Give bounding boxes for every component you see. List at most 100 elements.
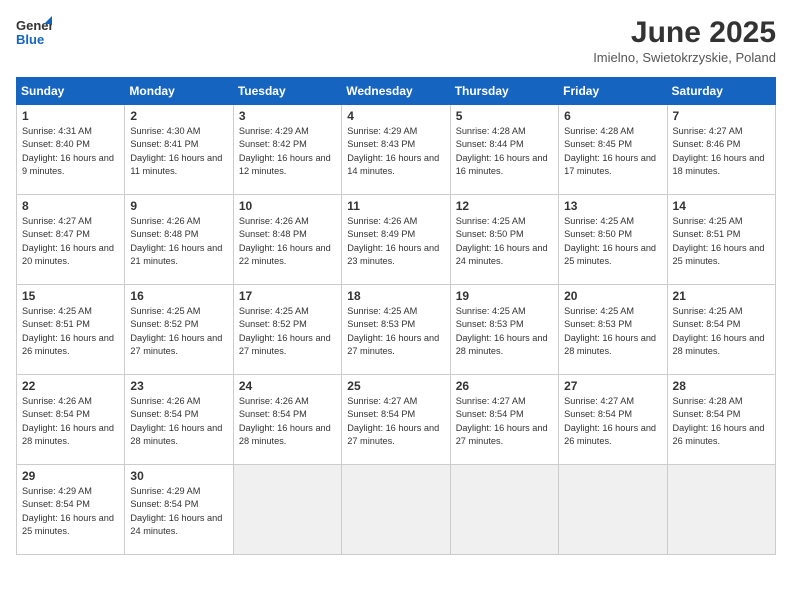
day-info: Sunrise: 4:25 AMSunset: 8:52 PMDaylight:… (239, 305, 336, 358)
day-number: 4 (347, 109, 444, 123)
day-number: 26 (456, 379, 553, 393)
day-number: 29 (22, 469, 119, 483)
calendar-week-row: 22 Sunrise: 4:26 AMSunset: 8:54 PMDayligh… (17, 375, 776, 465)
calendar-day-cell: 5Sunrise: 4:28 AMSunset: 8:44 PMDaylight… (450, 105, 558, 195)
logo-icon: General Blue (16, 16, 52, 48)
day-info: Sunrise: 4:27 AMSunset: 8:54 PMDaylight:… (456, 395, 553, 448)
day-number: 2 (130, 109, 227, 123)
calendar-day-cell: 21 Sunrise: 4:25 AMSunset: 8:54 PMDayligh… (667, 285, 775, 375)
location: Imielno, Swietokrzyskie, Poland (593, 50, 776, 65)
day-info: Sunrise: 4:29 AMSunset: 8:42 PMDaylight:… (239, 125, 336, 178)
weekday-header: Sunday (17, 78, 125, 105)
day-number: 25 (347, 379, 444, 393)
calendar-day-cell: 2 Sunrise: 4:30 AMSunset: 8:41 PMDaylight… (125, 105, 233, 195)
day-info: Sunrise: 4:29 AMSunset: 8:43 PMDaylight:… (347, 125, 444, 178)
calendar-day-cell: 7 Sunrise: 4:27 AMSunset: 8:46 PMDaylight… (667, 105, 775, 195)
logo: General Blue (16, 16, 52, 48)
calendar-day-cell (342, 465, 450, 555)
calendar-day-cell: 3Sunrise: 4:29 AMSunset: 8:42 PMDaylight… (233, 105, 341, 195)
day-number: 16 (130, 289, 227, 303)
day-info: Sunrise: 4:25 AMSunset: 8:50 PMDaylight:… (564, 215, 661, 268)
day-info: Sunrise: 4:26 AMSunset: 8:49 PMDaylight:… (347, 215, 444, 268)
day-number: 15 (22, 289, 119, 303)
day-info: Sunrise: 4:29 AMSunset: 8:54 PMDaylight:… (22, 485, 119, 538)
day-number: 22 (22, 379, 119, 393)
svg-text:General: General (16, 18, 52, 33)
day-number: 8 (22, 199, 119, 213)
weekday-header: Monday (125, 78, 233, 105)
day-number: 14 (673, 199, 770, 213)
day-number: 30 (130, 469, 227, 483)
day-number: 17 (239, 289, 336, 303)
calendar-day-cell (667, 465, 775, 555)
day-info: Sunrise: 4:27 AMSunset: 8:46 PMDaylight:… (673, 125, 770, 178)
day-number: 6 (564, 109, 661, 123)
weekday-header: Friday (559, 78, 667, 105)
calendar-day-cell: 8 Sunrise: 4:27 AMSunset: 8:47 PMDaylight… (17, 195, 125, 285)
day-number: 7 (673, 109, 770, 123)
calendar-day-cell: 10 Sunrise: 4:26 AMSunset: 8:48 PMDayligh… (233, 195, 341, 285)
day-info: Sunrise: 4:26 AMSunset: 8:48 PMDaylight:… (239, 215, 336, 268)
calendar-table: SundayMondayTuesdayWednesdayThursdayFrid… (16, 77, 776, 555)
day-info: Sunrise: 4:26 AMSunset: 8:48 PMDaylight:… (130, 215, 227, 268)
calendar-day-cell: 25Sunrise: 4:27 AMSunset: 8:54 PMDayligh… (342, 375, 450, 465)
calendar-day-cell: 12 Sunrise: 4:25 AMSunset: 8:50 PMDayligh… (450, 195, 558, 285)
calendar-day-cell: 6Sunrise: 4:28 AMSunset: 8:45 PMDaylight… (559, 105, 667, 195)
calendar-day-cell: 4 Sunrise: 4:29 AMSunset: 8:43 PMDaylight… (342, 105, 450, 195)
month-title: June 2025 (593, 16, 776, 50)
weekday-header: Thursday (450, 78, 558, 105)
calendar-day-cell (450, 465, 558, 555)
calendar-day-cell: 13 Sunrise: 4:25 AMSunset: 8:50 PMDayligh… (559, 195, 667, 285)
day-number: 21 (673, 289, 770, 303)
day-info: Sunrise: 4:25 AMSunset: 8:53 PMDaylight:… (456, 305, 553, 358)
day-info: Sunrise: 4:26 AMSunset: 8:54 PMDaylight:… (239, 395, 336, 448)
title-section: June 2025 Imielno, Swietokrzyskie, Polan… (593, 16, 776, 65)
svg-text:Blue: Blue (16, 32, 44, 47)
day-info: Sunrise: 4:25 AMSunset: 8:53 PMDaylight:… (564, 305, 661, 358)
calendar-day-cell: 30 Sunrise: 4:29 AMSunset: 8:54 PMDayligh… (125, 465, 233, 555)
day-info: Sunrise: 4:25 AMSunset: 8:50 PMDaylight:… (456, 215, 553, 268)
calendar-day-cell: 26 Sunrise: 4:27 AMSunset: 8:54 PMDayligh… (450, 375, 558, 465)
day-info: Sunrise: 4:26 AMSunset: 8:54 PMDaylight:… (22, 395, 119, 448)
weekday-header: Saturday (667, 78, 775, 105)
calendar-day-cell: 11 Sunrise: 4:26 AMSunset: 8:49 PMDayligh… (342, 195, 450, 285)
day-number: 5 (456, 109, 553, 123)
day-number: 10 (239, 199, 336, 213)
day-info: Sunrise: 4:26 AMSunset: 8:54 PMDaylight:… (130, 395, 227, 448)
weekday-header-row: SundayMondayTuesdayWednesdayThursdayFrid… (17, 78, 776, 105)
day-info: Sunrise: 4:25 AMSunset: 8:51 PMDaylight:… (22, 305, 119, 358)
calendar-day-cell: 19 Sunrise: 4:25 AMSunset: 8:53 PMDayligh… (450, 285, 558, 375)
calendar-day-cell: 14 Sunrise: 4:25 AMSunset: 8:51 PMDayligh… (667, 195, 775, 285)
day-info: Sunrise: 4:27 AMSunset: 8:54 PMDaylight:… (564, 395, 661, 448)
day-number: 1 (22, 109, 119, 123)
calendar-week-row: 1Sunrise: 4:31 AMSunset: 8:40 PMDaylight… (17, 105, 776, 195)
calendar-week-row: 8 Sunrise: 4:27 AMSunset: 8:47 PMDaylight… (17, 195, 776, 285)
day-info: Sunrise: 4:30 AMSunset: 8:41 PMDaylight:… (130, 125, 227, 178)
day-number: 12 (456, 199, 553, 213)
page-header: General Blue June 2025 Imielno, Swietokr… (16, 16, 776, 65)
day-number: 13 (564, 199, 661, 213)
day-info: Sunrise: 4:25 AMSunset: 8:51 PMDaylight:… (673, 215, 770, 268)
day-number: 23 (130, 379, 227, 393)
calendar-day-cell (233, 465, 341, 555)
day-number: 11 (347, 199, 444, 213)
day-info: Sunrise: 4:25 AMSunset: 8:54 PMDaylight:… (673, 305, 770, 358)
day-number: 27 (564, 379, 661, 393)
calendar-day-cell: 15 Sunrise: 4:25 AMSunset: 8:51 PMDayligh… (17, 285, 125, 375)
calendar-day-cell: 23 Sunrise: 4:26 AMSunset: 8:54 PMDayligh… (125, 375, 233, 465)
calendar-day-cell: 18 Sunrise: 4:25 AMSunset: 8:53 PMDayligh… (342, 285, 450, 375)
day-number: 28 (673, 379, 770, 393)
calendar-day-cell (559, 465, 667, 555)
calendar-day-cell: 16 Sunrise: 4:25 AMSunset: 8:52 PMDayligh… (125, 285, 233, 375)
day-info: Sunrise: 4:29 AMSunset: 8:54 PMDaylight:… (130, 485, 227, 538)
calendar-day-cell: 22 Sunrise: 4:26 AMSunset: 8:54 PMDayligh… (17, 375, 125, 465)
calendar-day-cell: 29 Sunrise: 4:29 AMSunset: 8:54 PMDayligh… (17, 465, 125, 555)
day-info: Sunrise: 4:27 AMSunset: 8:47 PMDaylight:… (22, 215, 119, 268)
day-number: 18 (347, 289, 444, 303)
day-info: Sunrise: 4:25 AMSunset: 8:53 PMDaylight:… (347, 305, 444, 358)
day-info: Sunrise: 4:25 AMSunset: 8:52 PMDaylight:… (130, 305, 227, 358)
calendar-day-cell: 27 Sunrise: 4:27 AMSunset: 8:54 PMDayligh… (559, 375, 667, 465)
calendar-day-cell: 17 Sunrise: 4:25 AMSunset: 8:52 PMDayligh… (233, 285, 341, 375)
day-number: 9 (130, 199, 227, 213)
day-number: 19 (456, 289, 553, 303)
